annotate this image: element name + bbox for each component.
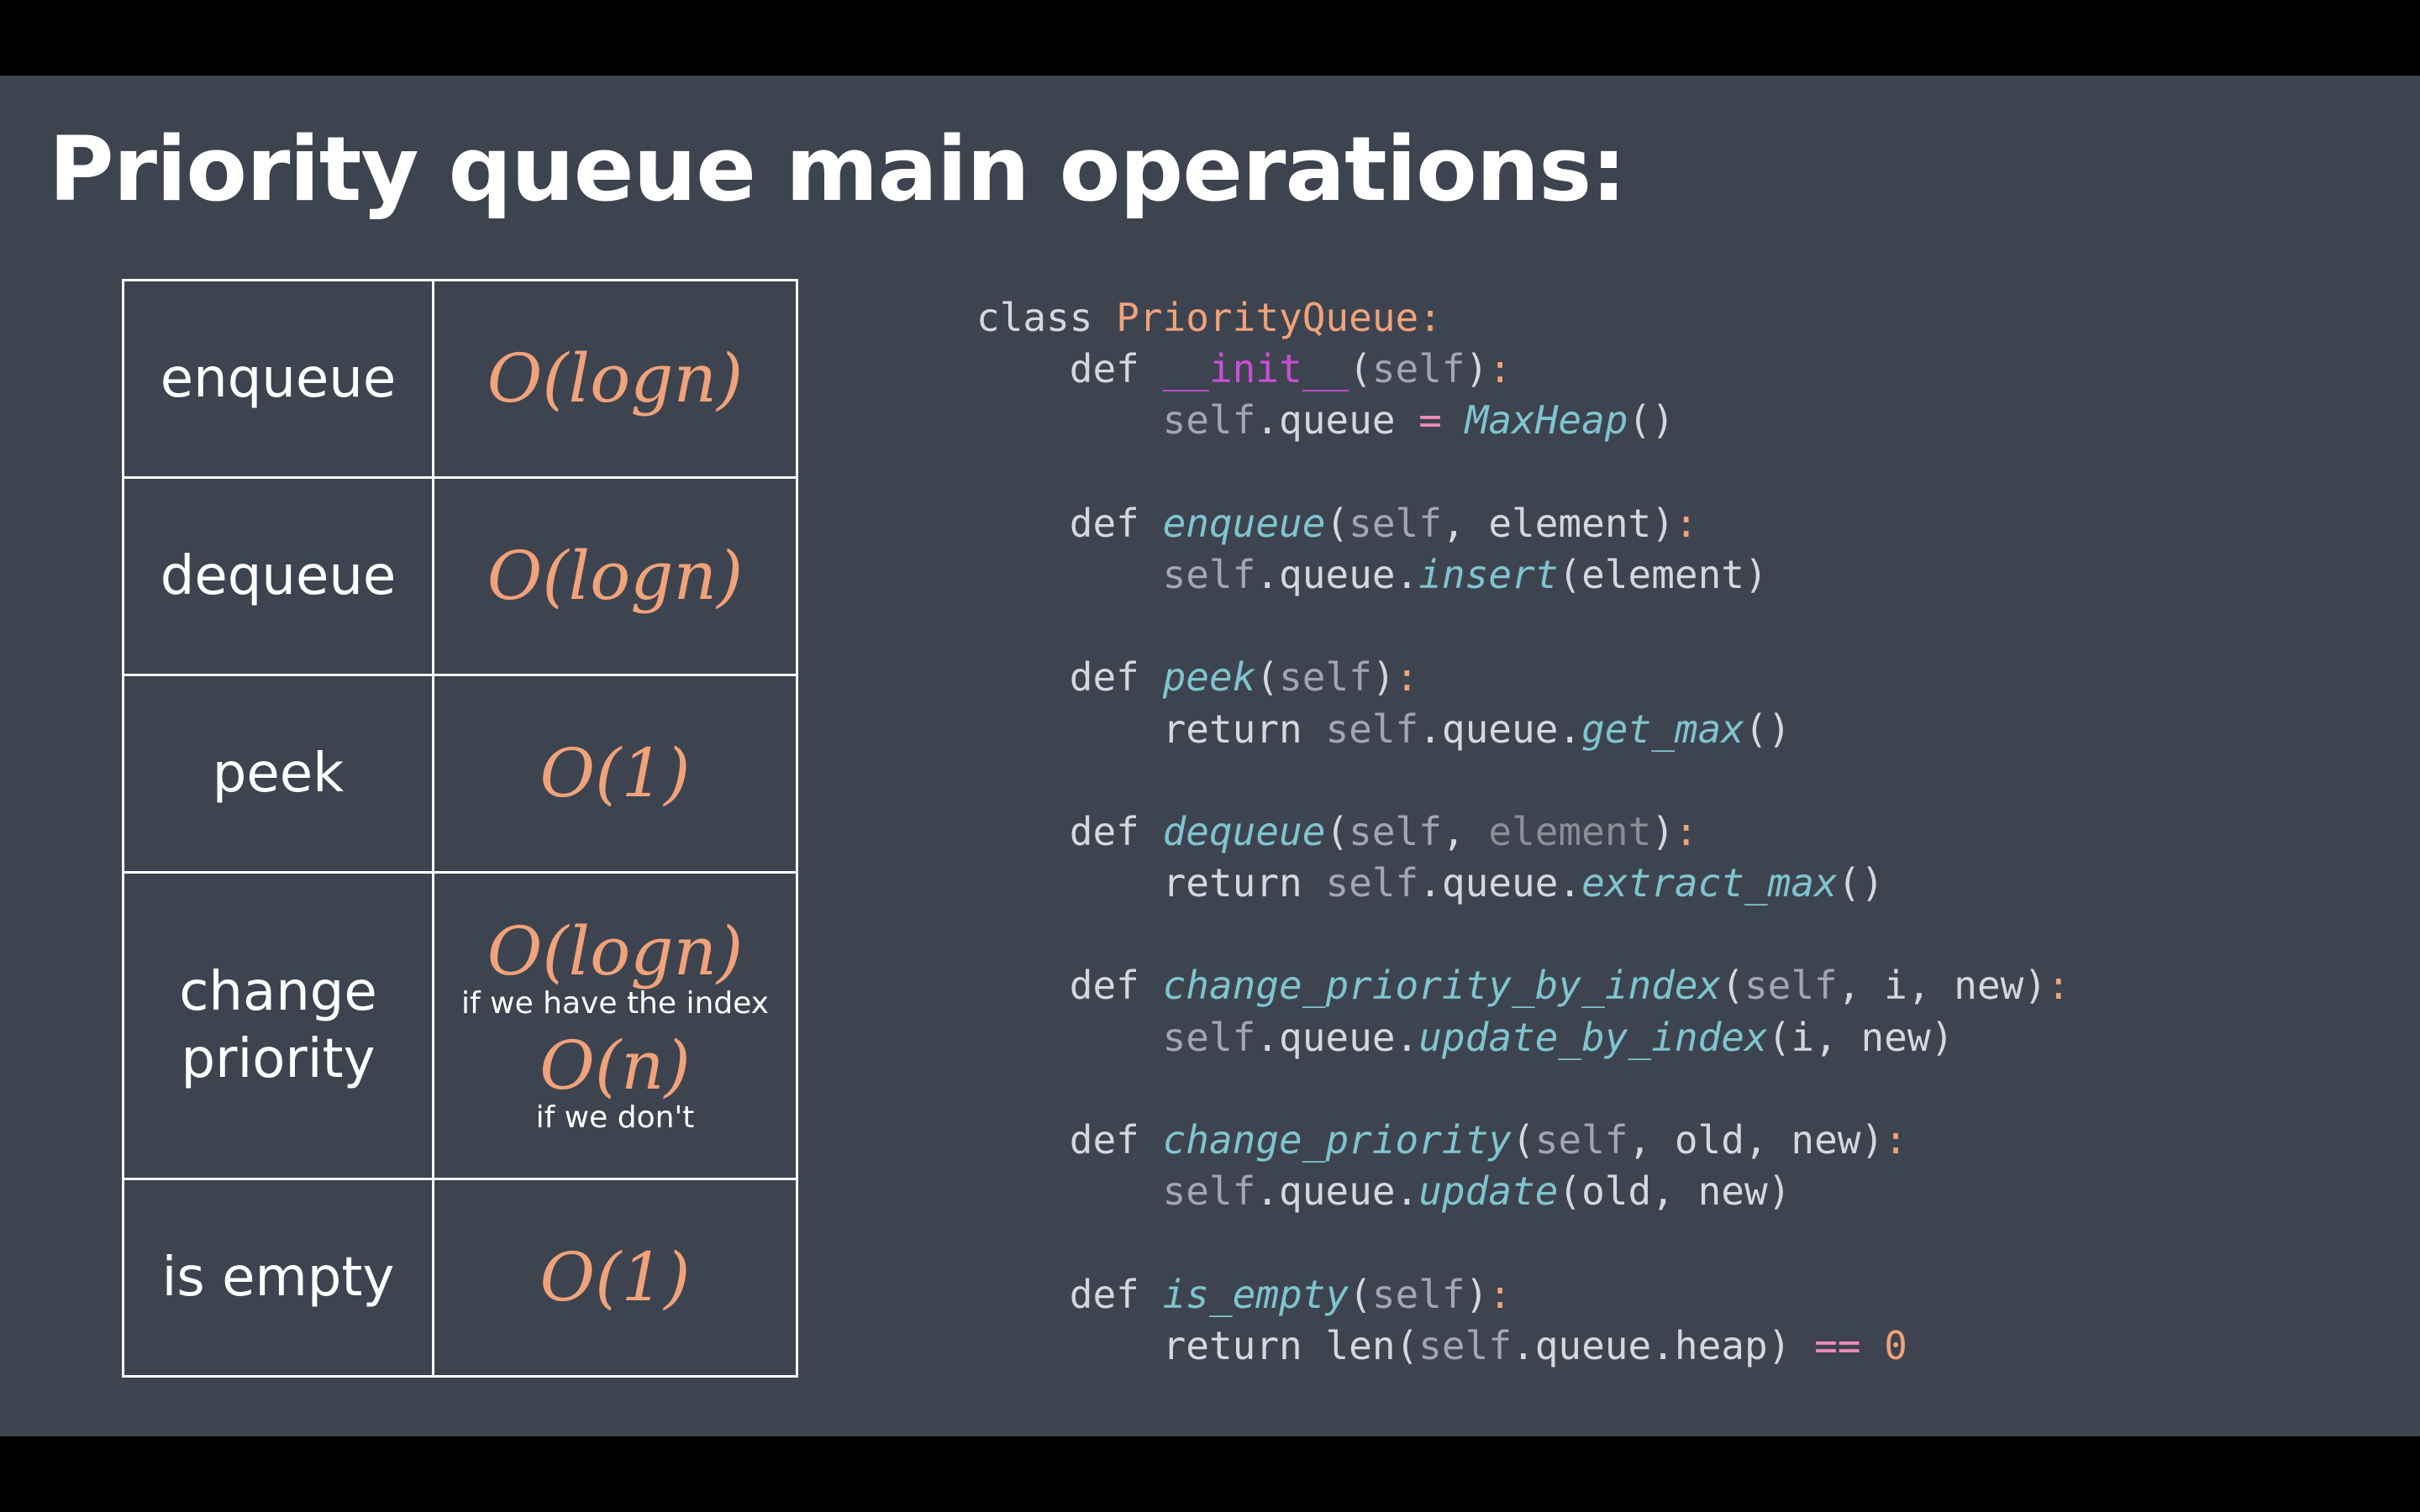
operation-name: change priority [122, 871, 434, 1180]
table-row: is empty O(1) [122, 1178, 798, 1378]
code-block: class PriorityQueue: def __init__(self):… [976, 292, 2070, 1372]
table-row: dequeue O(logn) [122, 476, 798, 676]
complexity-value: O(1) [539, 1238, 691, 1316]
letterbox-top [0, 0, 2420, 76]
code-line: def __init__(self): [1069, 346, 1512, 392]
table-row: change priority O(logn) if we have the i… [122, 871, 798, 1180]
code-line: self.queue.insert(element) [1162, 551, 1768, 597]
code-line: class PriorityQueue: [976, 295, 1442, 340]
code-line: def is_empty(self): [1069, 1271, 1512, 1317]
complexity-value-without-index: O(n) [539, 1026, 691, 1105]
complexity-value: O(1) [539, 734, 691, 812]
slide: Priority queue main operations: enqueue … [0, 76, 2420, 1436]
code-line: self.queue = MaxHeap() [1162, 397, 1675, 444]
operation-name: dequeue [122, 476, 434, 676]
operation-complexity: O(logn) [432, 476, 798, 676]
operation-complexity: O(logn) if we have the index O(n) if we … [432, 871, 798, 1180]
letterbox-bottom [0, 1436, 2420, 1512]
code-line: self.queue.update_by_index(i, new) [1162, 1014, 1954, 1060]
code-line: def peek(self): [1069, 654, 1419, 701]
operation-name: enqueue [122, 279, 434, 479]
complexity-value: O(logn) [487, 537, 744, 615]
code-line: self.queue.update(old, new) [1162, 1168, 1791, 1215]
operation-name: peek [122, 674, 434, 874]
operations-table: enqueue O(logn) dequeue O(logn) peek O(1… [122, 279, 798, 1378]
operation-complexity: O(1) [432, 1178, 798, 1378]
operation-complexity: O(1) [432, 674, 798, 874]
slide-title: Priority queue main operations: [49, 118, 1627, 221]
code-line: def dequeue(self, element): [1069, 808, 1698, 854]
table-row: enqueue O(logn) [122, 279, 798, 479]
operation-complexity: O(logn) [432, 279, 798, 479]
code-line: def change_priority(self, old, new): [1069, 1117, 1907, 1163]
operation-name-text: change priority [179, 961, 377, 1090]
code-line: def change_priority_by_index(self, i, ne… [1069, 963, 2070, 1009]
complexity-note-without-index: if we don't [535, 1100, 695, 1135]
code-line: return self.queue.extract_max() [1162, 860, 1885, 906]
code-line: return self.queue.get_max() [1162, 706, 1791, 752]
code-line: def enqueue(self, element): [1069, 500, 1698, 546]
complexity-value: O(logn) [487, 339, 744, 417]
complexity-value-with-index: O(logn) [487, 912, 744, 991]
table-row: peek O(1) [122, 674, 798, 874]
code-line: return len(self.queue.heap) == 0 [1162, 1322, 1907, 1368]
complexity-note-with-index: if we have the index [461, 986, 769, 1021]
operation-name: is empty [122, 1178, 434, 1378]
